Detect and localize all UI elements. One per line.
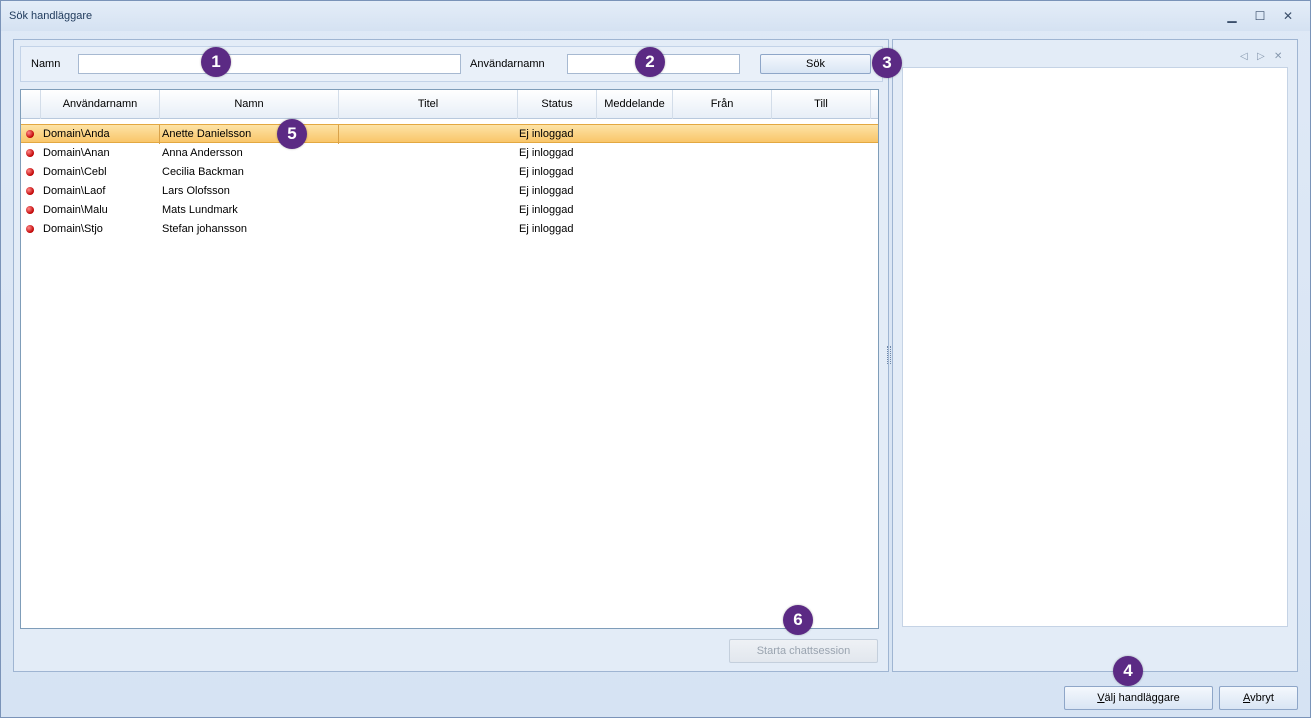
username-label: Användarnamn xyxy=(470,58,545,70)
cell-status: Ej inloggad xyxy=(519,147,574,159)
table-row[interactable]: Domain\Anda Anette Danielsson Ej inlogga… xyxy=(21,124,878,144)
window-title: Sök handläggare xyxy=(9,10,93,22)
callout-badge-6: 6 xyxy=(783,605,813,635)
cell-status: Ej inloggad xyxy=(519,204,574,216)
grid-header: Användarnamn Namn Titel Status Meddeland… xyxy=(21,90,878,119)
table-row[interactable]: Domain\Laof Lars Olofsson Ej inloggad xyxy=(21,182,878,201)
column-divider xyxy=(159,125,160,144)
cell-username: Domain\Malu xyxy=(43,204,108,216)
table-row[interactable]: Domain\Malu Mats Lundmark Ej inloggad xyxy=(21,201,878,220)
status-dot-icon xyxy=(26,149,34,157)
cell-status: Ej inloggad xyxy=(519,166,574,178)
column-divider xyxy=(338,125,339,144)
column-header-status[interactable]: Status xyxy=(518,90,597,119)
cell-username: Domain\Stjo xyxy=(43,223,103,235)
cell-status: Ej inloggad xyxy=(519,223,574,235)
status-dot-icon xyxy=(26,206,34,214)
callout-badge-3: 3 xyxy=(872,48,902,78)
close-icon[interactable]: ✕ xyxy=(1277,7,1299,25)
table-row[interactable]: Domain\Stjo Stefan johansson Ej inloggad xyxy=(21,220,878,239)
cell-username: Domain\Laof xyxy=(43,185,106,197)
callout-badge-4: 4 xyxy=(1113,656,1143,686)
column-header-username[interactable]: Användarnamn xyxy=(41,90,160,119)
maximize-icon[interactable]: ☐ xyxy=(1249,7,1271,25)
indicator-column-header xyxy=(21,90,41,119)
handler-grid: Användarnamn Namn Titel Status Meddeland… xyxy=(20,89,879,629)
cell-name: Anna Andersson xyxy=(162,147,243,159)
previous-icon[interactable]: ◁ xyxy=(1240,51,1248,62)
search-handler-dialog: Sök handläggare ▁ ☐ ✕ Namn Användarnamn … xyxy=(0,0,1311,718)
search-bar: Namn Användarnamn Sök xyxy=(20,46,883,82)
status-dot-icon xyxy=(26,225,34,233)
table-row[interactable]: Domain\Cebl Cecilia Backman Ej inloggad xyxy=(21,163,878,182)
table-row[interactable]: Domain\Anan Anna Andersson Ej inloggad xyxy=(21,144,878,163)
cancel-button[interactable]: Avbryt xyxy=(1219,686,1298,710)
cell-status: Ej inloggad xyxy=(519,185,574,197)
detail-content xyxy=(902,67,1288,627)
name-label: Namn xyxy=(31,58,61,70)
name-input[interactable] xyxy=(78,54,461,74)
start-chat-button[interactable]: Starta chattsession xyxy=(729,639,878,663)
panel-splitter[interactable] xyxy=(887,346,891,364)
callout-badge-5: 5 xyxy=(277,119,307,149)
cell-status: Ej inloggad xyxy=(519,128,574,140)
next-icon[interactable]: ▷ xyxy=(1257,51,1265,62)
callout-badge-1: 1 xyxy=(201,47,231,77)
column-header-to[interactable]: Till xyxy=(772,90,871,119)
detail-panel: ◁ ▷ ✕ xyxy=(892,39,1298,672)
status-dot-icon xyxy=(26,187,34,195)
column-header-from[interactable]: Från xyxy=(673,90,772,119)
select-handler-button[interactable]: Välj handläggare xyxy=(1064,686,1213,710)
search-panel: Namn Användarnamn Sök Användarnamn Namn … xyxy=(13,39,889,672)
title-bar: Sök handläggare ▁ ☐ ✕ xyxy=(1,1,1310,31)
cell-username: Domain\Cebl xyxy=(43,166,107,178)
cell-name: Stefan johansson xyxy=(162,223,248,235)
column-header-message[interactable]: Meddelande xyxy=(597,90,673,119)
column-header-title[interactable]: Titel xyxy=(339,90,518,119)
cell-name: Cecilia Backman xyxy=(162,166,244,178)
cell-name: Anette Danielsson xyxy=(162,128,252,140)
cell-name: Lars Olofsson xyxy=(162,185,230,197)
close-panel-icon[interactable]: ✕ xyxy=(1274,51,1282,62)
column-header-name[interactable]: Namn xyxy=(160,90,339,119)
status-dot-icon xyxy=(26,130,34,138)
cell-username: Domain\Anan xyxy=(43,147,110,159)
search-button[interactable]: Sök xyxy=(760,54,871,74)
cell-name: Mats Lundmark xyxy=(162,204,238,216)
status-dot-icon xyxy=(26,168,34,176)
callout-badge-2: 2 xyxy=(635,47,665,77)
cell-username: Domain\Anda xyxy=(43,128,110,140)
minimize-icon[interactable]: ▁ xyxy=(1221,7,1243,25)
